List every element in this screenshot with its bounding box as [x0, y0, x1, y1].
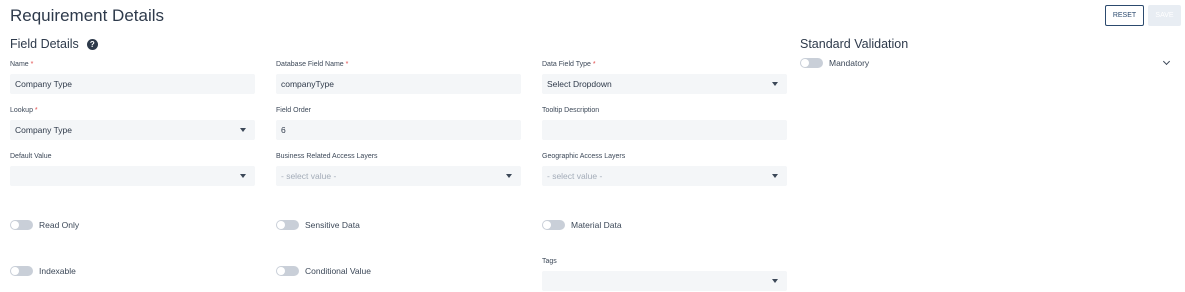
default-value-label: Default Value [10, 153, 52, 160]
sensitive-data-toggle[interactable] [276, 220, 299, 230]
conditional-value-toggle[interactable] [276, 266, 299, 276]
sensitive-data-toggle-row: Sensitive Data [276, 220, 360, 230]
toggle-knob [543, 221, 551, 229]
field-details-title: Field Details [10, 37, 79, 51]
default-value-group: Default Value [10, 152, 255, 186]
name-label: Name * [10, 61, 34, 68]
field-order-input[interactable]: 6 [276, 120, 521, 140]
indexable-toggle-row: Indexable [10, 266, 76, 276]
caret-down-icon [240, 174, 246, 178]
db-field-name-group: Database Field Name * companyType [276, 60, 521, 94]
data-field-type-value: Select Dropdown [547, 79, 612, 89]
business-layers-placeholder: - select value - [281, 171, 337, 181]
business-layers-label: Business Related Access Layers [276, 153, 378, 160]
sensitive-data-label: Sensitive Data [305, 220, 360, 230]
required-marker: * [34, 107, 38, 114]
reset-button[interactable]: RESET [1105, 5, 1144, 26]
field-details-heading: Field Details ? [10, 37, 98, 51]
business-layers-select[interactable]: - select value - [276, 166, 521, 186]
standard-validation-title: Standard Validation [800, 37, 909, 51]
required-marker: * [592, 61, 596, 68]
tooltip-description-input[interactable] [542, 120, 787, 140]
required-marker: * [345, 61, 349, 68]
geo-layers-label: Geographic Access Layers [542, 153, 626, 160]
tags-select[interactable] [542, 271, 787, 291]
read-only-label: Read Only [39, 220, 80, 230]
tooltip-description-group: Tooltip Description [542, 106, 787, 140]
data-field-type-label: Data Field Type * [542, 61, 596, 68]
toggle-knob [277, 267, 285, 275]
data-field-type-select[interactable]: Select Dropdown [542, 74, 787, 94]
lookup-value: Company Type [15, 125, 73, 135]
tags-label: Tags [542, 258, 557, 265]
field-order-label: Field Order [276, 107, 312, 114]
lookup-label: Lookup * [10, 107, 38, 114]
save-button[interactable]: SAVE [1148, 5, 1181, 26]
mandatory-toggle[interactable] [800, 58, 823, 68]
indexable-label: Indexable [39, 266, 76, 276]
material-data-toggle-row: Material Data [542, 220, 622, 230]
tags-group: Tags [542, 257, 787, 291]
geo-layers-select[interactable]: - select value - [542, 166, 787, 186]
caret-down-icon [240, 128, 246, 132]
data-field-type-group: Data Field Type * Select Dropdown [542, 60, 787, 94]
toggle-knob [277, 221, 285, 229]
mandatory-toggle-row: Mandatory [800, 58, 869, 68]
read-only-toggle-row: Read Only [10, 220, 79, 230]
conditional-value-toggle-row: Conditional Value [276, 266, 371, 276]
page-title: Requirement Details [10, 6, 165, 25]
geo-layers-placeholder: - select value - [547, 171, 603, 181]
toggle-knob [11, 267, 19, 275]
chevron-down-icon[interactable] [1162, 57, 1171, 66]
material-data-toggle[interactable] [542, 220, 565, 230]
business-layers-group: Business Related Access Layers - select … [276, 152, 521, 186]
read-only-toggle[interactable] [10, 220, 33, 230]
geo-layers-group: Geographic Access Layers - select value … [542, 152, 787, 186]
toggle-knob [11, 221, 19, 229]
mandatory-label: Mandatory [829, 58, 870, 68]
name-input[interactable]: Company Type [10, 74, 255, 94]
db-field-name-label: Database Field Name * [276, 61, 349, 68]
material-data-label: Material Data [571, 220, 622, 230]
toggle-knob [801, 59, 809, 67]
caret-down-icon [772, 279, 778, 283]
db-field-name-input[interactable]: companyType [276, 74, 521, 94]
question-circle-icon[interactable]: ? [86, 38, 98, 50]
required-marker: * [30, 61, 34, 68]
default-value-select[interactable] [10, 166, 255, 186]
caret-down-icon [506, 174, 512, 178]
conditional-value-label: Conditional Value [305, 266, 371, 276]
indexable-toggle[interactable] [10, 266, 33, 276]
caret-down-icon [772, 174, 778, 178]
lookup-field-group: Lookup * Company Type [10, 106, 255, 140]
lookup-select[interactable]: Company Type [10, 120, 255, 140]
caret-down-icon [772, 82, 778, 86]
tooltip-description-label: Tooltip Description [542, 107, 600, 114]
field-order-group: Field Order 6 [276, 106, 521, 140]
name-field-group: Name * Company Type [10, 60, 255, 94]
